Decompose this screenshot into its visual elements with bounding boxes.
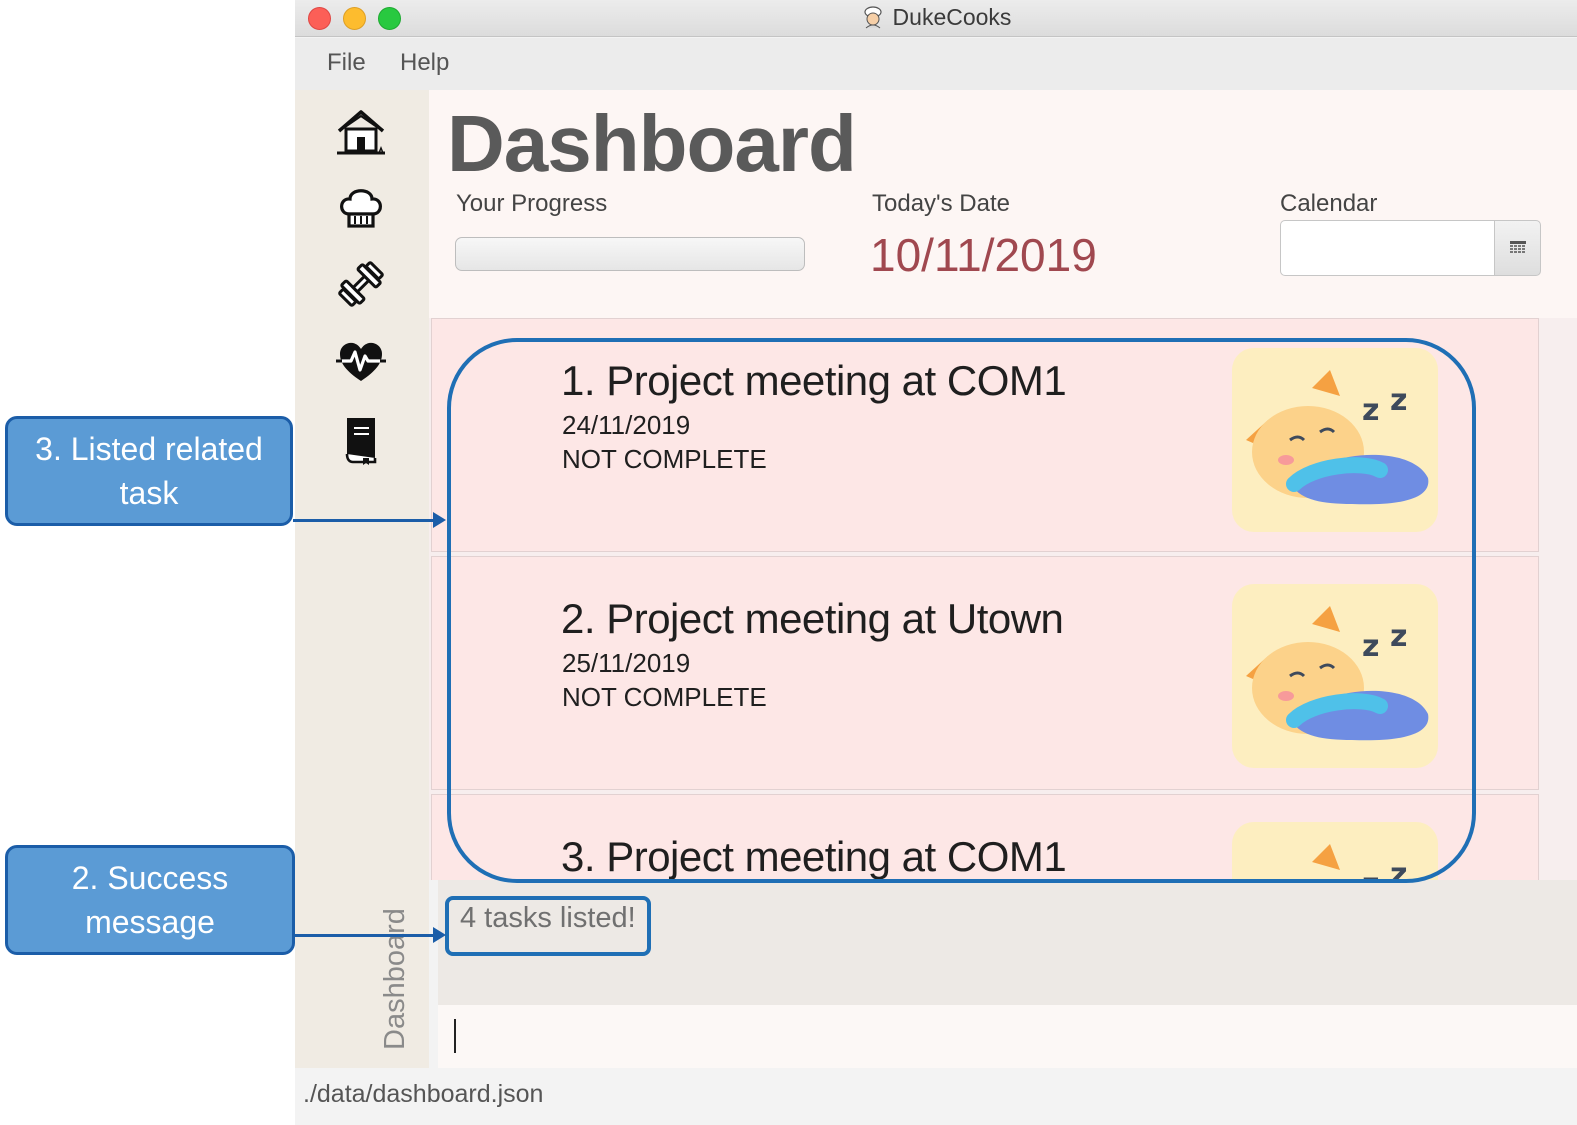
page-title: Dashboard (447, 99, 857, 188)
success-message-highlight (445, 896, 651, 956)
dumbbell-icon (338, 261, 384, 307)
nav-diary-button[interactable] (335, 414, 387, 466)
progress-label: Your Progress (456, 190, 608, 217)
home-icon (337, 110, 385, 155)
data-file-path: ./data/dashboard.json (303, 1080, 544, 1108)
text-caret (454, 1019, 456, 1053)
progress-bar (455, 237, 805, 271)
annotation-success-arrow (295, 934, 435, 937)
calendar-date-input[interactable] (1280, 220, 1495, 276)
command-input[interactable] (438, 1005, 1577, 1068)
sidebar: Dashboard (295, 90, 429, 1068)
menu-bar: File Help (295, 38, 1577, 90)
todays-date-label: Today's Date (872, 190, 1010, 217)
book-icon (345, 418, 377, 465)
annotation-success-message: 2. Success message (5, 845, 295, 955)
app-logo-icon (861, 5, 885, 35)
listed-task-highlight (447, 338, 1476, 883)
title-bar: DukeCooks (295, 0, 1577, 37)
heartbeat-icon (336, 342, 386, 381)
annotation-listed-task: 3. Listed related task (5, 416, 293, 526)
menu-help[interactable]: Help (400, 49, 449, 77)
annotation-success-arrowhead (433, 927, 446, 943)
calendar-label: Calendar (1280, 190, 1378, 217)
status-bar: ./data/dashboard.json (295, 1068, 1577, 1125)
menu-file[interactable]: File (327, 49, 366, 77)
dashboard-header: Dashboard Your Progress Today's Date 10/… (429, 90, 1577, 318)
window-title: DukeCooks (892, 4, 1012, 30)
calendar-grid-icon (1509, 241, 1526, 253)
nav-health-button[interactable] (335, 336, 387, 388)
calendar-picker-button[interactable] (1494, 220, 1541, 276)
nav-workout-button[interactable] (335, 258, 387, 310)
annotation-listed-task-arrow (293, 519, 435, 522)
nav-recipes-button[interactable] (335, 182, 387, 234)
chef-hat-icon (340, 189, 382, 228)
window-title-container: DukeCooks (295, 4, 1577, 35)
annotation-listed-task-arrowhead (433, 512, 446, 528)
sidebar-current-page-label: Dashboard (379, 908, 411, 1050)
todays-date-value: 10/11/2019 (870, 229, 1097, 281)
nav-dashboard-button[interactable] (335, 106, 387, 158)
